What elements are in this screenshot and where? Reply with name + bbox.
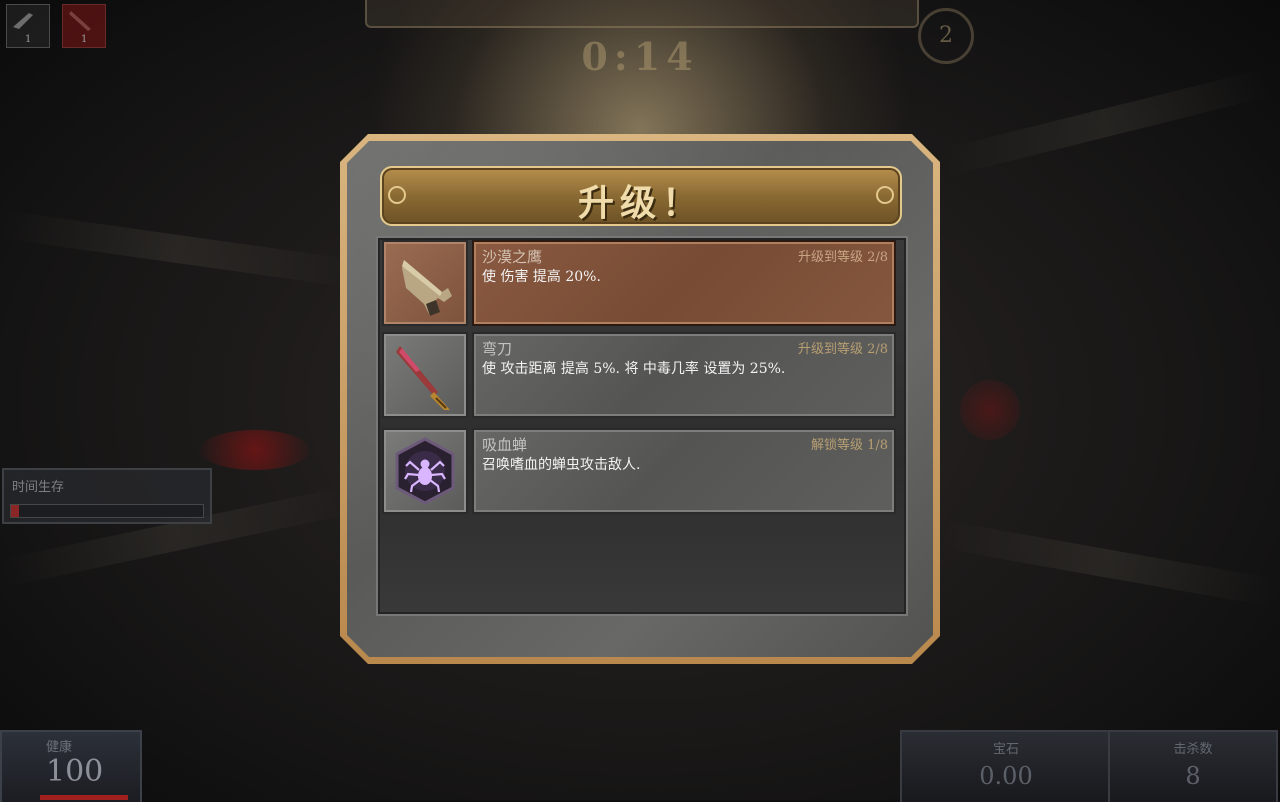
option-body: 弯刀 升级到等级 2/8 使 攻击距离 提高 5%. 将 中毒几率 设置为 25… — [472, 332, 896, 418]
upgrade-option-blood-tick[interactable]: 吸血蝉 解锁等级 1/8 召唤嗜血的蝉虫攻击敌人. — [382, 428, 896, 514]
pistol-icon — [13, 13, 33, 29]
option-name: 沙漠之鹰 — [482, 248, 543, 266]
option-icon-frame — [382, 332, 468, 418]
option-description: 使 攻击距离 提高 5%. 将 中毒几率 设置为 25%. — [482, 361, 786, 377]
dialog-title: 升级！ — [577, 182, 704, 224]
weapon-slot-machete: 1 — [62, 4, 106, 48]
kills-label: 击杀数 — [1173, 742, 1213, 757]
option-body: 吸血蝉 解锁等级 1/8 召唤嗜血的蝉虫攻击敌人. — [472, 428, 896, 514]
option-level: 升级到等级 2/8 — [797, 250, 888, 265]
option-description: 召唤嗜血的蝉虫攻击敌人. — [482, 457, 641, 473]
light-ray — [936, 68, 1274, 178]
survival-timer: 0:14 — [581, 34, 699, 79]
upgrade-option-desert-eagle[interactable]: 沙漠之鹰 升级到等级 2/8 使 伤害 提高 20%. — [382, 240, 896, 326]
experience-bar — [365, 0, 919, 28]
option-icon-frame — [382, 428, 468, 514]
blood-splatter — [960, 380, 1020, 440]
light-ray — [0, 210, 359, 288]
health-value: 100 — [46, 754, 104, 789]
option-name: 弯刀 — [482, 340, 513, 358]
dialog-title-banner: 升级！ — [380, 166, 902, 226]
weapon-slot-level: 1 — [81, 34, 88, 45]
gems-label: 宝石 — [992, 742, 1019, 757]
spider-tick-icon — [395, 437, 455, 505]
option-icon-frame — [382, 240, 468, 326]
kills-value: 8 — [1185, 762, 1201, 790]
player-level-indicator: 2 — [918, 8, 974, 64]
option-level: 升级到等级 2/8 — [797, 342, 888, 357]
survival-label: 时间生存 — [12, 480, 65, 495]
gems-value: 0.00 — [979, 762, 1033, 790]
survival-progress-track — [10, 504, 204, 518]
machete-icon — [69, 11, 91, 31]
kills-panel: 击杀数 8 — [1108, 730, 1278, 802]
desert-eagle-pistol-icon — [402, 260, 452, 316]
option-body: 沙漠之鹰 升级到等级 2/8 使 伤害 提高 20%. — [472, 240, 896, 326]
machete-icon — [396, 346, 450, 410]
survival-objective: 时间生存 — [2, 468, 212, 524]
blood-splatter — [200, 430, 310, 470]
health-panel: 健康 100 — [0, 730, 142, 802]
light-ray — [937, 520, 1278, 607]
weapon-slots: 1 1 — [0, 0, 110, 48]
upgrade-option-machete[interactable]: 弯刀 升级到等级 2/8 使 攻击距离 提高 5%. 将 中毒几率 设置为 25… — [382, 332, 896, 418]
survival-progress-fill — [11, 505, 19, 517]
health-label: 健康 — [46, 740, 73, 755]
gems-panel: 宝石 0.00 — [900, 730, 1112, 802]
health-bar — [40, 795, 128, 800]
option-name: 吸血蝉 — [482, 436, 528, 454]
weapon-slot-pistol: 1 — [6, 4, 50, 48]
option-description: 使 伤害 提高 20%. — [482, 269, 601, 285]
option-level: 解锁等级 1/8 — [810, 438, 888, 453]
weapon-slot-level: 1 — [25, 34, 32, 45]
